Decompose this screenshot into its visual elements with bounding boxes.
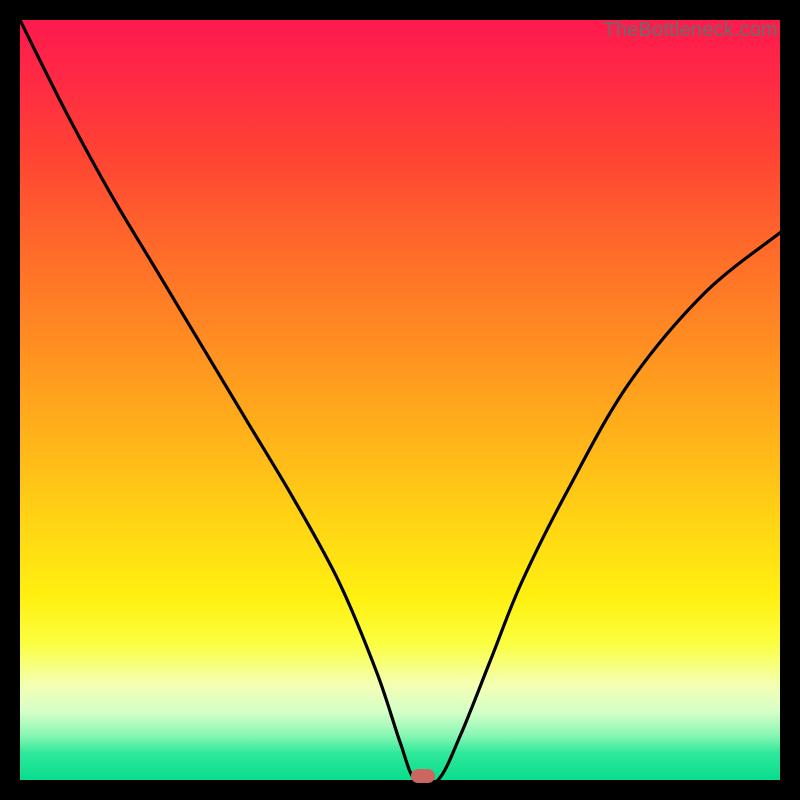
bottleneck-curve <box>20 20 780 780</box>
optimal-marker <box>411 769 435 783</box>
plot-area: TheBottleneck.com <box>20 20 780 780</box>
curve-path <box>20 20 780 785</box>
chart-frame: TheBottleneck.com <box>0 0 800 800</box>
